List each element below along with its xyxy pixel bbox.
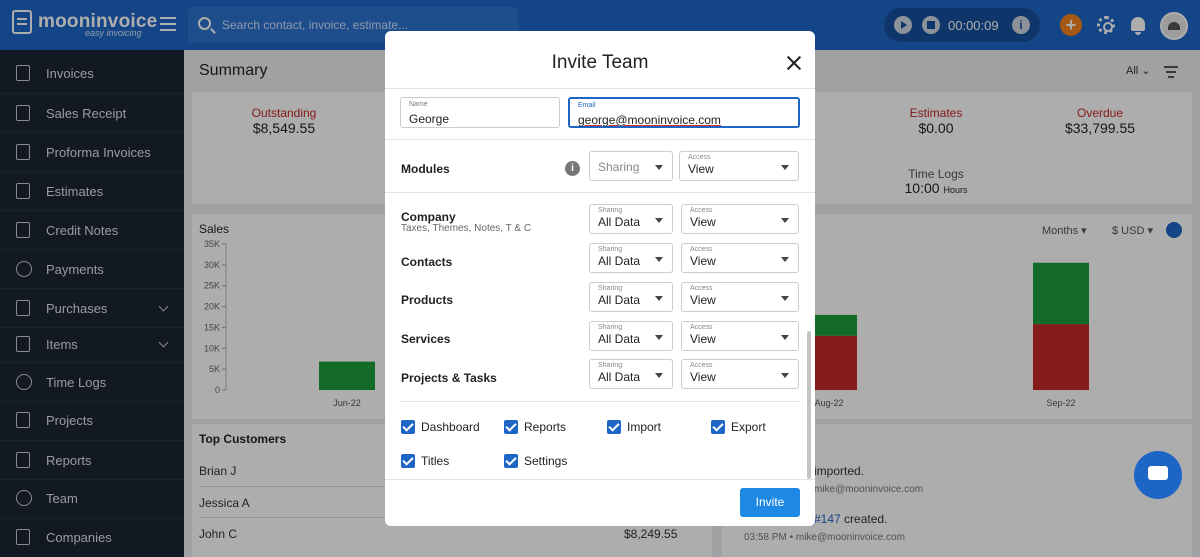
sharing-select[interactable]: Sharing All Data [589,243,673,273]
dashboard-checkbox[interactable] [401,420,415,434]
settings-checkbox[interactable] [504,454,518,468]
name-value: George [409,112,450,126]
module-name: Contacts [401,255,453,269]
access-select[interactable]: Access View [681,204,799,234]
modal-scrollbar[interactable] [807,331,811,479]
module-name: Projects & Tasks [401,371,497,385]
checkbox-label: Dashboard [421,420,480,434]
checkbox-label: Settings [524,454,568,468]
titles-checkbox[interactable] [401,454,415,468]
access-select[interactable]: Access View [681,243,799,273]
reports-checkbox[interactable] [504,420,518,434]
checkbox-label: Import [627,420,662,434]
module-name: Company [401,210,456,224]
checkbox-label: Titles [421,454,450,468]
sharing-select[interactable]: Sharing All Data [589,321,673,351]
module-subtitle: Taxes, Themes, Notes, T & C [401,223,532,234]
modules-label: Modules [401,162,450,176]
close-icon[interactable] [786,55,802,71]
checkbox-label: Export [731,420,766,434]
email-value: george@mooninvoice.com [578,113,721,127]
chat-icon[interactable] [1134,451,1182,499]
email-field[interactable]: Email george@mooninvoice.com [568,97,800,128]
access-header-select[interactable]: Access View [679,151,799,181]
sharing-select[interactable]: Sharing All Data [589,204,673,234]
sharing-select[interactable]: Sharing All Data [589,359,673,389]
access-select[interactable]: Access View [681,359,799,389]
module-name: Services [401,332,451,346]
name-field[interactable]: Name George [400,97,560,128]
access-select[interactable]: Access View [681,321,799,351]
sharing-select[interactable]: Sharing All Data [589,282,673,312]
sharing-header-select[interactable]: Sharing [589,151,673,181]
modal-title: Invite Team [551,52,649,73]
invite-team-modal: Invite Team Name George Email george@moo… [385,31,815,526]
checkbox-label: Reports [524,420,567,434]
access-select[interactable]: Access View [681,282,799,312]
module-name: Products [401,293,454,307]
import-checkbox[interactable] [607,420,621,434]
name-label: Name [409,101,428,108]
export-checkbox[interactable] [711,420,725,434]
invite-button[interactable]: Invite [740,488,800,517]
info-icon[interactable]: i [565,161,580,176]
email-label: Email [578,102,596,109]
